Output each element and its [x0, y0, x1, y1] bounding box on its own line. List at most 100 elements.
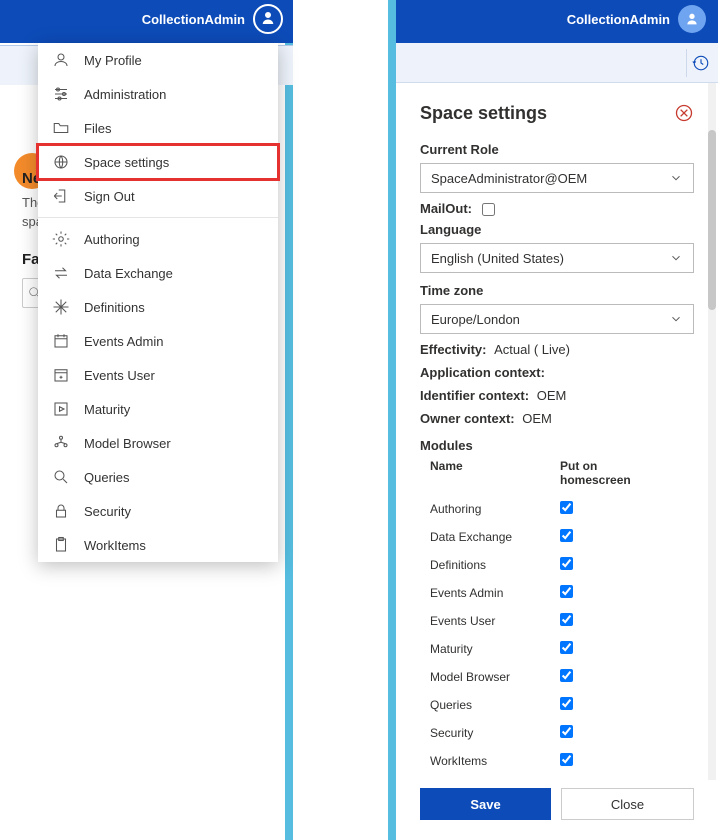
- gear-icon: [52, 230, 70, 248]
- module-home-checkbox[interactable]: [560, 613, 573, 626]
- id-context-value: OEM: [537, 388, 567, 403]
- module-home-cell: [560, 669, 660, 685]
- module-name: Maturity: [430, 642, 560, 656]
- menu-label: WorkItems: [84, 538, 146, 553]
- menu-label: Authoring: [84, 232, 140, 247]
- close-button[interactable]: [674, 103, 694, 123]
- module-row: Security: [430, 719, 694, 747]
- menu-label: Maturity: [84, 402, 130, 417]
- menu-events-user[interactable]: Events User: [38, 358, 278, 392]
- search-icon: [52, 468, 70, 486]
- module-home-checkbox[interactable]: [560, 585, 573, 598]
- user-dropdown: My Profile Administration Files Space se…: [38, 43, 278, 562]
- app-context-row: Application context:: [420, 365, 694, 380]
- folder-icon: [52, 119, 70, 137]
- menu-events-admin[interactable]: Events Admin: [38, 324, 278, 358]
- menu-label: My Profile: [84, 53, 142, 68]
- left-username: CollectionAdmin: [142, 12, 245, 27]
- mailout-row: MailOut:: [420, 201, 694, 216]
- module-row: Events Admin: [430, 579, 694, 607]
- sliders-icon: [52, 85, 70, 103]
- language-label: Language: [420, 222, 694, 237]
- timezone-value: Europe/London: [431, 312, 520, 327]
- menu-my-profile[interactable]: My Profile: [38, 43, 278, 77]
- effectivity-value: Actual ( Live): [494, 342, 570, 357]
- timezone-label: Time zone: [420, 283, 694, 298]
- user-icon: [52, 51, 70, 69]
- menu-label: Security: [84, 504, 131, 519]
- save-button[interactable]: Save: [420, 788, 551, 820]
- menu-maturity[interactable]: Maturity: [38, 392, 278, 426]
- timezone-select[interactable]: Europe/London: [420, 304, 694, 334]
- module-name: Authoring: [430, 502, 560, 516]
- menu-files[interactable]: Files: [38, 111, 278, 145]
- avatar-icon[interactable]: [678, 5, 706, 33]
- module-row: Model Browser: [430, 663, 694, 691]
- right-user-area[interactable]: CollectionAdmin: [567, 5, 706, 33]
- settings-title: Space settings: [420, 103, 694, 124]
- app-context-label: Application context:: [420, 365, 545, 380]
- menu-workitems[interactable]: WorkItems: [38, 528, 278, 562]
- module-home-cell: [560, 501, 660, 517]
- menu-model-browser[interactable]: Model Browser: [38, 426, 278, 460]
- menu-data-exchange[interactable]: Data Exchange: [38, 256, 278, 290]
- language-select[interactable]: English (United States): [420, 243, 694, 273]
- menu-security[interactable]: Security: [38, 494, 278, 528]
- menu-administration[interactable]: Administration: [38, 77, 278, 111]
- signout-icon: [52, 187, 70, 205]
- menu-authoring[interactable]: Authoring: [38, 222, 278, 256]
- mailout-checkbox[interactable]: [482, 203, 495, 216]
- module-home-cell: [560, 613, 660, 629]
- history-button[interactable]: [686, 49, 714, 77]
- module-row: Queries: [430, 691, 694, 719]
- right-accent-strip: [388, 0, 396, 840]
- module-name: Data Exchange: [430, 530, 560, 544]
- module-home-cell: [560, 753, 660, 769]
- menu-queries[interactable]: Queries: [38, 460, 278, 494]
- clipboard-icon: [52, 536, 70, 554]
- module-home-cell: [560, 697, 660, 713]
- menu-space-settings[interactable]: Space settings: [38, 145, 278, 179]
- module-home-checkbox[interactable]: [560, 697, 573, 710]
- module-home-checkbox[interactable]: [560, 529, 573, 542]
- left-user-area[interactable]: CollectionAdmin: [142, 4, 283, 34]
- modules-grid: Name Put on homescreen Authoring Data Exc…: [420, 459, 694, 797]
- close-panel-button[interactable]: Close: [561, 788, 694, 820]
- effectivity-label: Effectivity:: [420, 342, 486, 357]
- close-icon: [674, 103, 694, 123]
- modules-header-row: Name Put on homescreen: [430, 459, 694, 487]
- module-home-checkbox[interactable]: [560, 753, 573, 766]
- module-home-checkbox[interactable]: [560, 501, 573, 514]
- module-home-checkbox[interactable]: [560, 725, 573, 738]
- exchange-icon: [52, 264, 70, 282]
- id-context-label: Identifier context:: [420, 388, 529, 403]
- avatar-circle[interactable]: [253, 4, 283, 34]
- settings-pane: Space settings Current Role SpaceAdminis…: [396, 83, 718, 840]
- right-panel: CollectionAdmin Space settings Current R…: [396, 0, 718, 840]
- close-label: Close: [611, 797, 644, 812]
- menu-sign-out[interactable]: Sign Out: [38, 179, 278, 213]
- module-home-checkbox[interactable]: [560, 557, 573, 570]
- module-home-cell: [560, 585, 660, 601]
- module-name: Definitions: [430, 558, 560, 572]
- snowflake-icon: [52, 298, 70, 316]
- chevron-down-icon: [669, 251, 683, 265]
- history-icon: [692, 54, 710, 72]
- module-home-cell: [560, 529, 660, 545]
- owner-context-row: Owner context: OEM: [420, 411, 694, 426]
- button-row: Save Close: [420, 788, 694, 820]
- menu-definitions[interactable]: Definitions: [38, 290, 278, 324]
- current-role-select[interactable]: SpaceAdministrator@OEM: [420, 163, 694, 193]
- left-header: CollectionAdmin: [0, 0, 293, 43]
- right-subbar: [396, 43, 718, 83]
- right-header: CollectionAdmin: [396, 0, 718, 43]
- menu-label: Data Exchange: [84, 266, 173, 281]
- module-row: Data Exchange: [430, 523, 694, 551]
- col-name-header: Name: [430, 459, 560, 487]
- module-home-checkbox[interactable]: [560, 641, 573, 654]
- module-home-checkbox[interactable]: [560, 669, 573, 682]
- owner-context-value: OEM: [522, 411, 552, 426]
- left-accent-strip: [285, 0, 293, 840]
- tree-icon: [52, 434, 70, 452]
- id-context-row: Identifier context: OEM: [420, 388, 694, 403]
